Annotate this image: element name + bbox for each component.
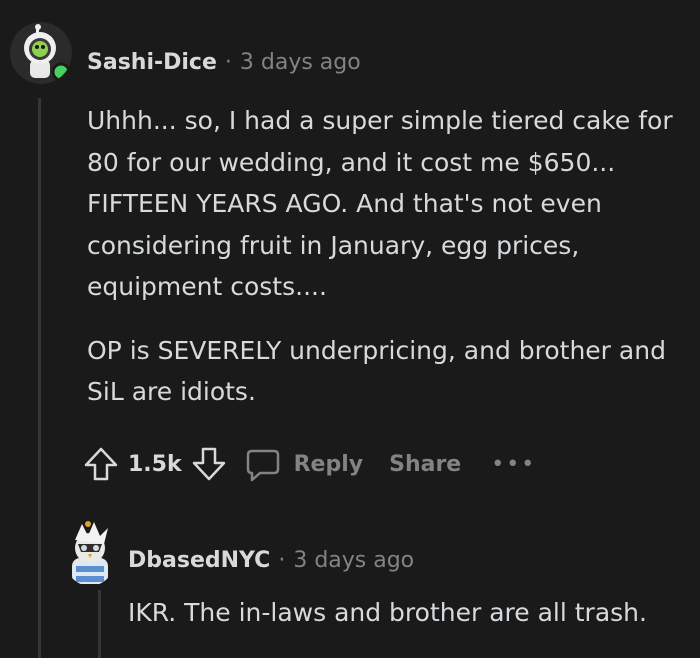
reply-thread-line[interactable] [98,590,101,658]
astronaut-avatar-icon[interactable] [10,22,72,84]
reply-time[interactable]: 3 days ago [293,548,414,573]
thread-line[interactable] [38,98,41,658]
comment-icon[interactable] [244,445,282,483]
reply-username[interactable]: DbasedNYC [128,548,270,573]
upvote-icon[interactable] [82,445,120,483]
comment-body: Uhhh... so, I had a super simple tiered … [87,100,687,435]
comment-time[interactable]: 3 days ago [240,50,361,75]
meta-separator: · [224,50,232,75]
reply-body: IKR. The in-laws and brother are all tra… [128,598,647,627]
comment-paragraph-2: OP is SEVERELY underpricing, and brother… [87,335,666,407]
share-button[interactable]: Share [389,452,461,477]
more-icon[interactable]: ••• [491,452,536,477]
comment-actions: 1.5k Reply Share ••• [82,443,536,485]
comment-username[interactable]: Sashi-Dice [87,50,217,75]
vote-score: 1.5k [128,451,182,477]
comment-paragraph-1: Uhhh... so, I had a super simple tiered … [87,106,673,301]
downvote-icon[interactable] [190,445,228,483]
reply-button[interactable]: Reply [294,452,364,477]
owl-avatar-icon[interactable] [62,518,118,586]
reply-meta-separator: · [278,548,286,573]
reply-meta: DbasedNYC · 3 days ago [128,548,414,573]
comment-meta: Sashi-Dice · 3 days ago [87,50,361,75]
